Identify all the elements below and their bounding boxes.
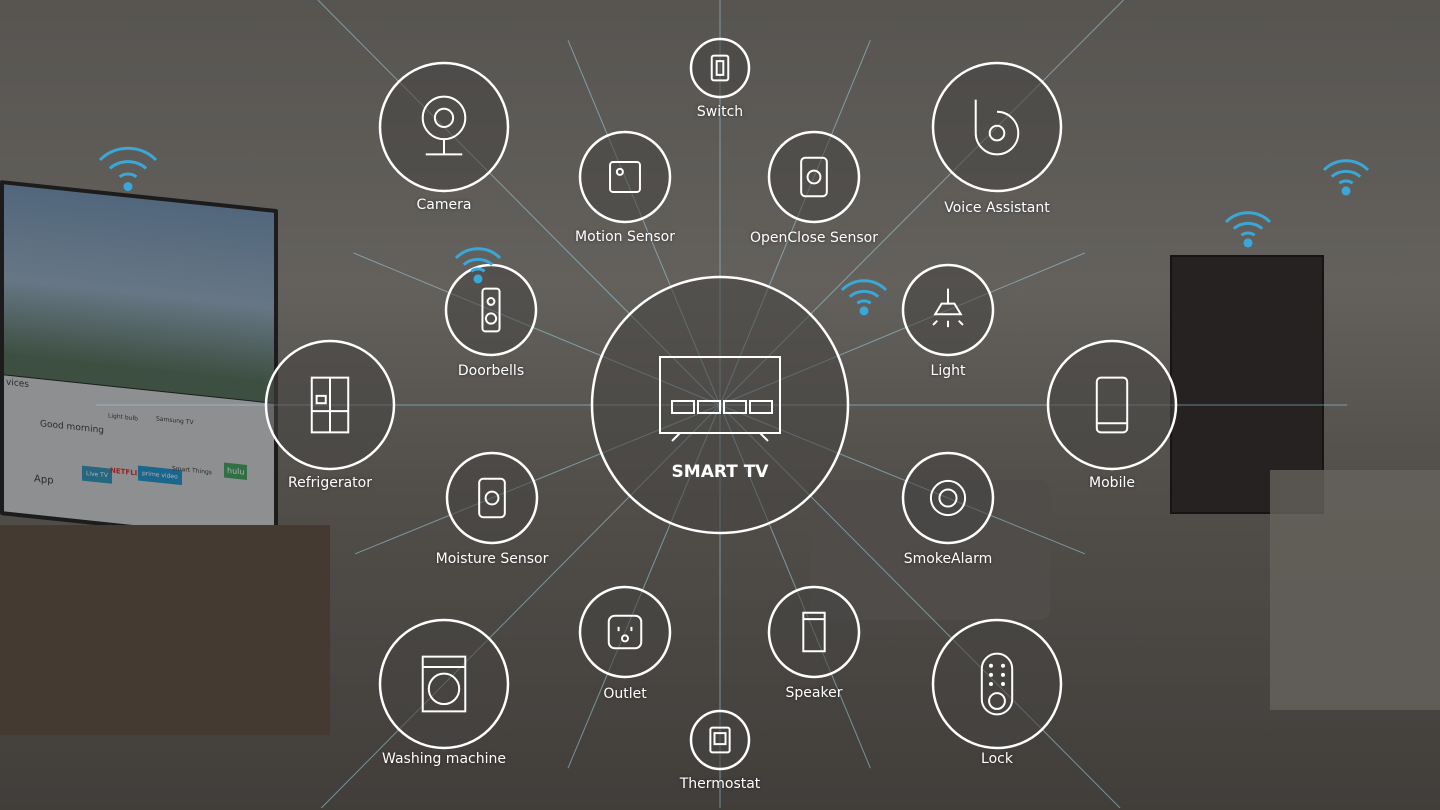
device-label: Camera [416,197,472,213]
hub-label: SMART TV [671,462,769,482]
device-label: Refrigerator [288,475,372,491]
device-label: Moisture Sensor [435,551,549,567]
device-label: Lock [981,751,1013,767]
device-label: Switch [696,104,744,120]
wifi-icon [1224,211,1272,248]
device-node-openclose-sensor[interactable] [767,130,861,224]
device-label: Light [930,363,966,379]
device-node-speaker[interactable] [767,585,861,679]
device-label: OpenClose Sensor [750,230,878,246]
device-node-refrigerator[interactable] [264,339,396,471]
device-label: Doorbells [457,363,525,379]
device-node-voice-assistant[interactable] [931,61,1063,193]
wifi-icon [1322,159,1370,196]
device-node-lock[interactable] [931,618,1063,750]
device-label: Mobile [1089,475,1135,491]
device-label: Washing machine [382,751,506,767]
device-node-light[interactable] [901,263,995,357]
wifi-icon [98,146,158,192]
device-label: Thermostat [679,776,761,792]
device-node-mobile[interactable] [1046,339,1178,471]
device-node-camera[interactable] [378,61,510,193]
device-label: Voice Assistant [944,200,1050,216]
device-node-outlet[interactable] [578,585,672,679]
hub-node-smart-tv[interactable] [590,275,850,535]
device-label: Motion Sensor [575,229,675,245]
device-node-smokealarm[interactable] [901,451,995,545]
device-node-moisture-sensor[interactable] [445,451,539,545]
device-label: Outlet [603,686,647,702]
device-network [96,0,1370,809]
device-node-motion-sensor[interactable] [578,130,672,224]
wifi-icon [840,279,888,316]
device-node-switch[interactable] [689,37,751,99]
device-label: Speaker [785,685,843,701]
device-label: SmokeAlarm [903,551,993,567]
device-node-washing-machine[interactable] [378,618,510,750]
device-node-doorbells[interactable] [444,263,538,357]
device-node-thermostat[interactable] [689,709,751,771]
